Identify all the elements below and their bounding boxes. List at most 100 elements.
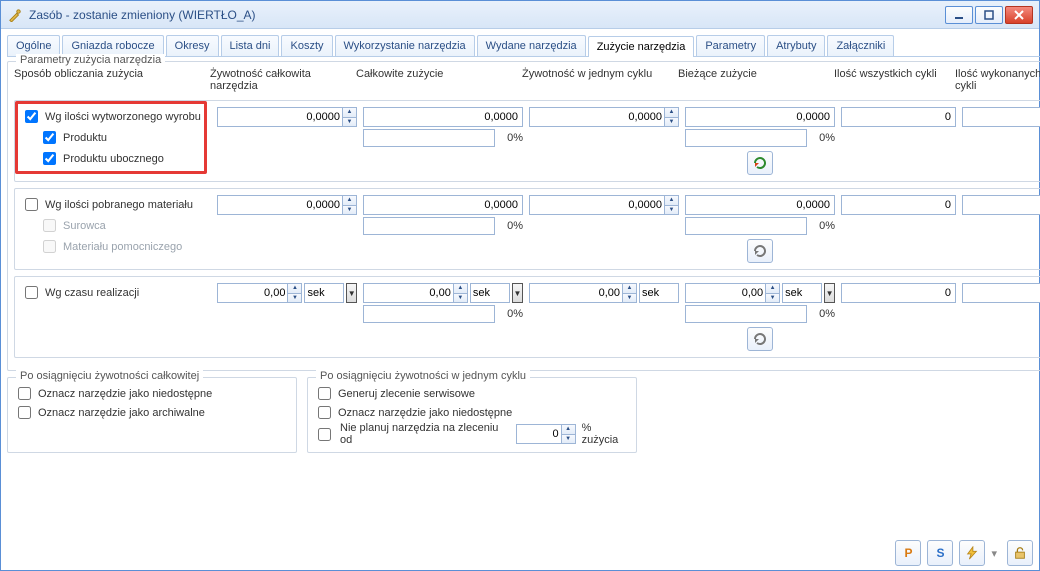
plan-threshold-value-up[interactable]: ▲ <box>561 425 575 434</box>
row0-current-wear[interactable] <box>685 107 835 127</box>
row2-total-wear-up[interactable]: ▲ <box>453 284 467 293</box>
total-life-opt-0[interactable]: Oznacz narzędzie jako niedostępne <box>14 384 290 403</box>
row2-total-life-down[interactable]: ▼ <box>287 293 301 303</box>
window-title: Zasób - zostanie zmieniony (WIERTŁO_A) <box>29 8 945 22</box>
total-life-reached-group: Po osiągnięciu żywotności całkowitej Ozn… <box>7 377 297 453</box>
row1-total-life[interactable] <box>217 195 357 215</box>
tab-za-czniki[interactable]: Załączniki <box>827 35 894 56</box>
row0-total-life[interactable] <box>217 107 357 127</box>
plan-threshold-label-suffix: % zużycia <box>582 422 630 446</box>
p-button[interactable]: P <box>895 540 921 566</box>
maximize-button[interactable] <box>975 6 1003 24</box>
col-header-2: Całkowite zużycie <box>356 68 516 92</box>
row1-cycle-life[interactable] <box>529 195 679 215</box>
row2-cycle-life-up[interactable]: ▲ <box>622 284 636 293</box>
tab-atrybuty[interactable]: Atrybuty <box>767 35 825 56</box>
row2-cycle-life-unit <box>639 283 679 303</box>
wear-params-legend: Parametry zużycia narzędzia <box>16 54 165 66</box>
row1-current-wear[interactable] <box>685 195 835 215</box>
plan-threshold-check[interactable] <box>318 428 331 441</box>
row1-total-life-up[interactable]: ▲ <box>342 196 356 205</box>
tab-zu-ycie-narz-dzia[interactable]: Zużycie narzędzia <box>588 36 695 57</box>
plan-threshold-value-down[interactable]: ▼ <box>561 434 575 444</box>
tab-parametry[interactable]: Parametry <box>696 35 765 56</box>
cycle-life-opt-0[interactable]: Generuj zlecenie serwisowe <box>314 384 630 403</box>
lightning-button[interactable] <box>959 540 985 566</box>
row0-cycle-life-up[interactable]: ▲ <box>664 108 678 117</box>
row0-total-life-down[interactable]: ▼ <box>342 117 356 127</box>
row1-sub0-check: Surowca <box>21 216 211 235</box>
row0-cycles-done[interactable] <box>962 107 1040 127</box>
row2-current-wear-unit <box>782 283 822 303</box>
cycle-life-legend: Po osiągnięciu żywotności w jednym cyklu <box>316 370 530 382</box>
row2-total-life-unit-dd[interactable]: ▼ <box>346 283 357 303</box>
wear-params-group: Parametry zużycia narzędzia Sposób oblic… <box>7 61 1040 371</box>
row2-cycle-life[interactable] <box>529 283 637 303</box>
wear-row-1: Wg ilości pobranego materiału Surowca Ma… <box>14 188 1040 270</box>
row0-total-wear[interactable] <box>363 107 523 127</box>
row0-current-pct: 0% <box>807 132 835 144</box>
row1-total-wear[interactable] <box>363 195 523 215</box>
tab-okresy[interactable]: Okresy <box>166 35 219 56</box>
tab-wydane-narz-dzia[interactable]: Wydane narzędzia <box>477 35 586 56</box>
col-header-3: Żywotność w jednym cyklu <box>522 68 672 92</box>
row0-cycle-life-down[interactable]: ▼ <box>664 117 678 127</box>
tab-og-lne[interactable]: Ogólne <box>7 35 60 56</box>
row1-cycles-all[interactable] <box>841 195 956 215</box>
bottom-toolbar: P S ▾ <box>1 536 1039 570</box>
tab-koszty[interactable]: Koszty <box>281 35 332 56</box>
row0-total-life-up[interactable]: ▲ <box>342 108 356 117</box>
row2-current-wear-up[interactable]: ▲ <box>765 284 779 293</box>
row1-cycle-life-down[interactable]: ▼ <box>664 205 678 215</box>
row1-sub1-check: Materiału pomocniczego <box>21 237 211 256</box>
col-header-0: Sposób obliczania zużycia <box>14 68 204 92</box>
row1-current-pct: 0% <box>807 220 835 232</box>
cycle-life-opt-1[interactable]: Oznacz narzędzie jako niedostępne <box>314 403 630 422</box>
col-header-4: Bieżące zużycie <box>678 68 828 92</box>
col-header-6: Ilość wykonanych cykli <box>955 68 1040 92</box>
tab-wykorzystanie-narz-dzia[interactable]: Wykorzystanie narzędzia <box>335 35 475 56</box>
row2-total-life-unit <box>304 283 344 303</box>
row2-total-wear-unit-dd[interactable]: ▼ <box>512 283 523 303</box>
row1-main-check[interactable]: Wg ilości pobranego materiału <box>21 195 211 214</box>
resource-icon <box>7 7 23 23</box>
row2-cycles-done[interactable] <box>962 283 1040 303</box>
row0-total-pct: 0% <box>495 132 523 144</box>
minimize-button[interactable] <box>945 6 973 24</box>
col-header-1: Żywotność całkowita narzędzia <box>210 68 350 92</box>
tab-gniazda-robocze[interactable]: Gniazda robocze <box>62 35 163 56</box>
row1-total-life-down[interactable]: ▼ <box>342 205 356 215</box>
row2-total-wear-unit <box>470 283 510 303</box>
row2-cycles-all[interactable] <box>841 283 956 303</box>
row0-cycle-life[interactable] <box>529 107 679 127</box>
row2-current-wear-unit-dd[interactable]: ▼ <box>824 283 835 303</box>
dropdown-toggle[interactable]: ▾ <box>991 547 997 560</box>
titlebar: Zasób - zostanie zmieniony (WIERTŁO_A) <box>1 1 1039 29</box>
plan-threshold-label-prefix: Nie planuj narzędzia na zleceniu od <box>340 422 510 446</box>
row1-cycle-life-up[interactable]: ▲ <box>664 196 678 205</box>
total-life-opt-1[interactable]: Oznacz narzędzie jako archiwalne <box>14 403 290 422</box>
row2-total-pct: 0% <box>495 308 523 320</box>
s-button[interactable]: S <box>927 540 953 566</box>
lock-button[interactable] <box>1007 540 1033 566</box>
row0-main-check[interactable]: Wg ilości wytworzonego wyrobu <box>21 107 211 126</box>
tab-lista-dni[interactable]: Lista dni <box>221 35 280 56</box>
close-button[interactable] <box>1005 6 1033 24</box>
row1-reset-button[interactable] <box>747 239 773 263</box>
row2-total-wear-down[interactable]: ▼ <box>453 293 467 303</box>
total-life-legend: Po osiągnięciu żywotności całkowitej <box>16 370 203 382</box>
app-window: Zasób - zostanie zmieniony (WIERTŁO_A) O… <box>0 0 1040 571</box>
row1-cycles-done[interactable] <box>962 195 1040 215</box>
row2-current-pct: 0% <box>807 308 835 320</box>
row2-current-wear-down[interactable]: ▼ <box>765 293 779 303</box>
row0-sub0-check[interactable]: Produktu <box>21 128 211 147</box>
col-header-5: Ilość wszystkich cykli <box>834 68 949 92</box>
row0-reset-button[interactable] <box>747 151 773 175</box>
row2-cycle-life-down[interactable]: ▼ <box>622 293 636 303</box>
row0-cycles-all[interactable] <box>841 107 956 127</box>
plan-threshold-row: Nie planuj narzędzia na zleceniu od ▲▼ %… <box>314 422 630 446</box>
row2-reset-button[interactable] <box>747 327 773 351</box>
row2-total-life-up[interactable]: ▲ <box>287 284 301 293</box>
row2-main-check[interactable]: Wg czasu realizacji <box>21 283 211 302</box>
row0-sub1-check[interactable]: Produktu ubocznego <box>21 149 211 168</box>
